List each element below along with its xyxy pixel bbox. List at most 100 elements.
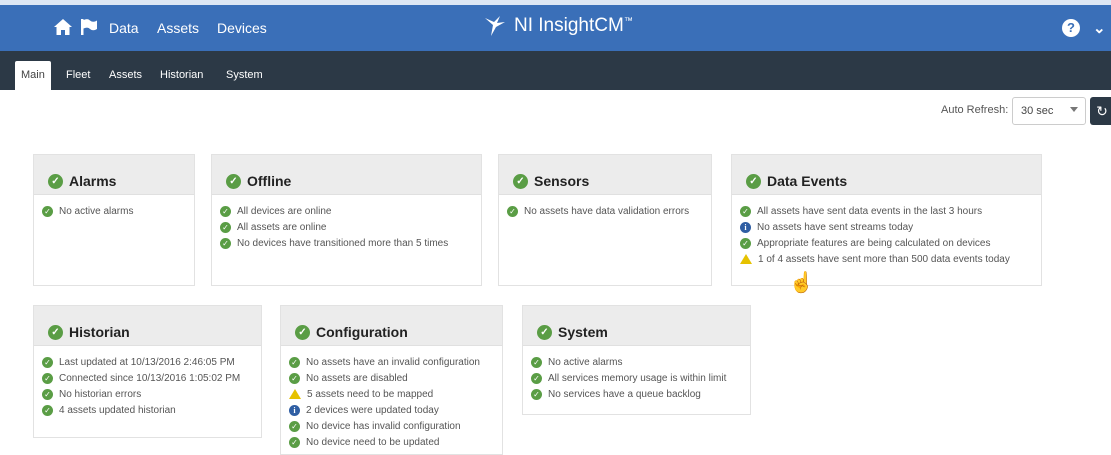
tab-main[interactable]: Main	[15, 61, 51, 90]
tab-historian[interactable]: Historian	[160, 69, 203, 81]
help-icon[interactable]: ?	[1062, 19, 1080, 37]
check-circle-icon: ✓	[289, 356, 300, 368]
refresh-icon[interactable]: ↻	[1090, 97, 1111, 125]
check-circle-icon: ✓	[295, 324, 310, 340]
card-header: ✓ Historian	[34, 306, 261, 346]
card-title: Data Events	[767, 173, 848, 189]
warning-triangle-icon	[289, 388, 301, 399]
check-circle-icon: ✓	[48, 173, 63, 189]
status-item: ✓ All services memory usage is within lim…	[531, 370, 750, 386]
auto-refresh-select[interactable]: 30 sec	[1012, 97, 1086, 125]
card-body: ✓ No active alarms	[34, 195, 194, 219]
check-circle-icon: ✓	[42, 404, 53, 416]
status-text: 5 assets need to be mapped	[307, 388, 434, 400]
card-title: System	[558, 324, 608, 340]
status-item: i 2 devices were updated today	[289, 402, 502, 418]
status-text: Last updated at 10/13/2016 2:46:05 PM	[59, 356, 235, 368]
status-item: ✓ No historian errors	[42, 386, 261, 402]
card-system: ✓ System ✓ No active alarms ✓ All services m…	[522, 305, 751, 415]
warning-triangle-icon	[740, 253, 752, 264]
card-title: Configuration	[316, 324, 408, 340]
status-text: No services have a queue backlog	[548, 388, 701, 400]
card-body: ✓ All assets have sent data events in the…	[732, 195, 1041, 267]
card-header: ✓ Configuration	[281, 306, 502, 346]
status-text: Connected since 10/13/2016 1:05:02 PM	[59, 372, 241, 384]
status-item: ✓ Connected since 10/13/2016 1:05:02 PM	[42, 370, 261, 386]
card-title: Alarms	[69, 173, 117, 189]
nav-devices-link[interactable]: Devices	[217, 20, 267, 36]
card-offline: ✓ Offline ✓ All devices are online ✓ All ass…	[211, 154, 482, 286]
check-circle-icon: ✓	[746, 173, 761, 189]
status-text: No assets are disabled	[306, 372, 408, 384]
check-circle-icon: ✓	[531, 356, 542, 368]
info-circle-icon: i	[289, 404, 300, 416]
check-circle-icon: ✓	[220, 205, 231, 217]
card-header: ✓ Data Events	[732, 155, 1041, 195]
sub-nav-tabs: Main Fleet Assets Historian System	[0, 51, 1111, 90]
card-title: Historian	[69, 324, 130, 340]
card-data-events: ✓ Data Events ✓ All assets have sent data …	[731, 154, 1042, 286]
status-item: ✓ All devices are online	[220, 203, 481, 219]
brand-name: NI InsightCM™	[514, 15, 633, 36]
status-item: ✓ No device need to be updated	[289, 434, 502, 450]
top-nav-bar: Data Assets Devices NI InsightCM™ ? ⌄	[0, 5, 1111, 51]
status-text: 1 of 4 assets have sent more than 500 da…	[758, 253, 1010, 265]
card-historian: ✓ Historian ✓ Last updated at 10/13/2016 2…	[33, 305, 262, 438]
status-item: ✓ All assets have sent data events in the…	[740, 203, 1041, 219]
card-header: ✓ Sensors	[499, 155, 711, 195]
status-item: ✓ Appropriate features are being calculat…	[740, 235, 1041, 251]
flag-icon[interactable]	[80, 18, 98, 41]
status-item: ✓ All assets are online	[220, 219, 481, 235]
check-circle-icon: ✓	[289, 372, 300, 384]
status-item: ✓ No device has invalid configuration	[289, 418, 502, 434]
check-circle-icon: ✓	[740, 237, 751, 249]
check-circle-icon: ✓	[289, 420, 300, 432]
card-alarms: ✓ Alarms ✓ No active alarms	[33, 154, 195, 286]
card-header: ✓ Alarms	[34, 155, 194, 195]
brand-logo: NI InsightCM™	[484, 15, 633, 37]
dropdown-arrow-icon	[1070, 107, 1078, 112]
status-text: 2 devices were updated today	[306, 404, 439, 416]
check-circle-icon: ✓	[220, 237, 231, 249]
status-text: All assets have sent data events in the …	[757, 205, 983, 217]
check-circle-icon: ✓	[220, 221, 231, 233]
card-body: ✓ No active alarms ✓ All services memory us…	[523, 346, 750, 402]
check-circle-icon: ✓	[42, 372, 53, 384]
tab-assets[interactable]: Assets	[109, 69, 142, 81]
check-circle-icon: ✓	[42, 205, 53, 217]
status-item: ✓ No devices have transitioned more than …	[220, 235, 481, 251]
status-item: ✓ No services have a queue backlog	[531, 386, 750, 402]
tab-system[interactable]: System	[226, 69, 263, 81]
status-item: ✓ No assets are disabled	[289, 370, 502, 386]
nav-assets-link[interactable]: Assets	[157, 20, 199, 36]
check-circle-icon: ✓	[513, 173, 528, 189]
status-text: No assets have data validation errors	[524, 205, 690, 217]
card-sensors: ✓ Sensors ✓ No assets have data validation…	[498, 154, 712, 286]
check-circle-icon: ✓	[531, 388, 542, 400]
nav-data-link[interactable]: Data	[109, 20, 139, 36]
status-text: 4 assets updated historian	[59, 404, 176, 416]
status-text: Appropriate features are being calculate…	[757, 237, 991, 249]
tab-fleet[interactable]: Fleet	[66, 69, 90, 81]
check-circle-icon: ✓	[537, 324, 552, 340]
ni-eagle-icon	[485, 16, 505, 36]
check-circle-icon: ✓	[531, 372, 542, 384]
status-text: All services memory usage is within limi…	[548, 372, 727, 384]
check-circle-icon: ✓	[226, 173, 241, 189]
status-item: ✓ 4 assets updated historian	[42, 402, 261, 418]
status-text: No active alarms	[59, 205, 134, 217]
status-item: ✓ No assets have an invalid configuration	[289, 354, 502, 370]
status-item: 1 of 4 assets have sent more than 500 da…	[740, 251, 1041, 267]
card-header: ✓ Offline	[212, 155, 481, 195]
status-text: All devices are online	[237, 205, 332, 217]
status-text: No historian errors	[59, 388, 142, 400]
check-circle-icon: ✓	[48, 324, 63, 340]
status-item: ✓ No assets have data validation errors	[507, 203, 711, 219]
check-circle-icon: ✓	[42, 388, 53, 400]
chevron-down-icon[interactable]: ⌄	[1093, 19, 1106, 37]
check-circle-icon: ✓	[42, 356, 53, 368]
home-icon[interactable]	[53, 18, 73, 41]
status-text: No assets have an invalid configuration	[306, 356, 480, 368]
card-title: Offline	[247, 173, 292, 189]
card-title: Sensors	[534, 173, 590, 189]
